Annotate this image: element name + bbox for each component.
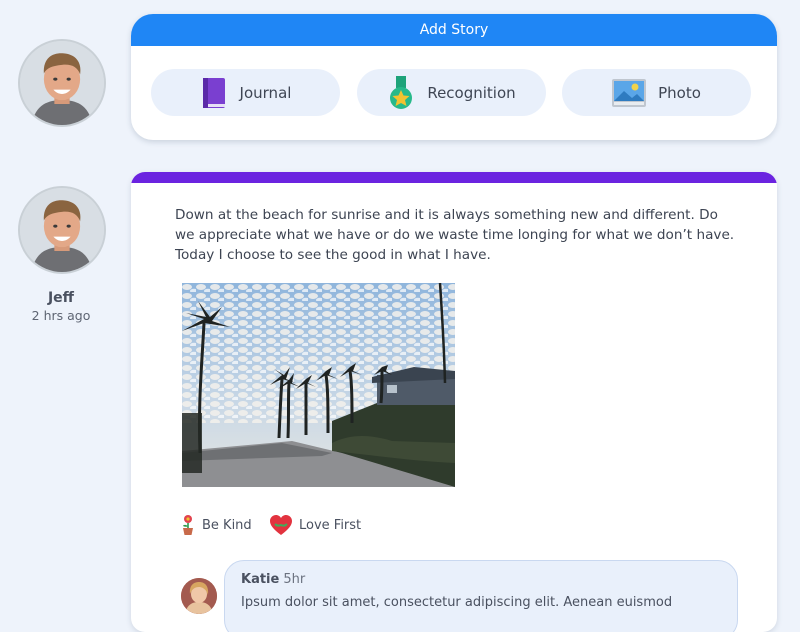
post-card: Down at the beach for sunrise and it is … [131, 172, 777, 632]
tag-love-first-label: Love First [299, 517, 362, 533]
photo-button[interactable]: Photo [562, 69, 751, 116]
flower-pot-icon [180, 514, 196, 536]
add-story-card: Add Story Journal Recognition Photo [131, 14, 777, 140]
comment-bubble: Katie 5hr Ipsum dolor sit amet, consectet… [224, 560, 738, 632]
tag-love-first[interactable]: Love First [269, 514, 361, 536]
recognition-label: Recognition [427, 83, 516, 102]
post-timestamp: 2 hrs ago [31, 308, 91, 323]
journal-label: Journal [239, 83, 292, 102]
tag-be-kind-label: Be Kind [202, 517, 252, 533]
comment-author-name: Katie [241, 572, 280, 587]
journal-book-icon [200, 77, 228, 109]
medal-icon [387, 75, 415, 109]
post-body-text: Down at the beach for sunrise and it is … [175, 207, 735, 263]
comment-author[interactable]: Katie 5hr [241, 572, 305, 587]
commenter-avatar[interactable] [181, 578, 217, 614]
photo-label: Photo [658, 83, 701, 102]
add-story-header: Add Story [131, 14, 777, 46]
journal-button[interactable]: Journal [151, 69, 340, 116]
comment-timestamp: 5hr [283, 572, 306, 587]
user-avatar[interactable] [18, 39, 106, 127]
photo-icon [612, 77, 647, 109]
tag-be-kind[interactable]: Be Kind [180, 514, 252, 536]
heart-icon [269, 514, 293, 536]
post-author-avatar[interactable] [18, 186, 106, 274]
post-author-name[interactable]: Jeff [0, 290, 122, 306]
post-accent-bar [131, 172, 777, 183]
beach-sunrise-photo[interactable] [182, 283, 455, 487]
recognition-button[interactable]: Recognition [357, 69, 546, 116]
